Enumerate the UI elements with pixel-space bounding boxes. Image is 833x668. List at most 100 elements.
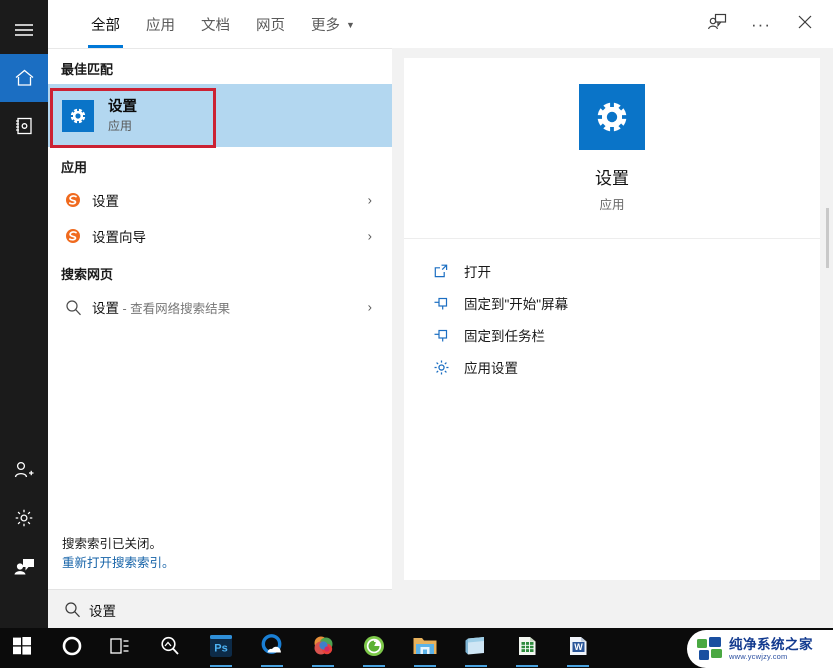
close-button[interactable] (783, 4, 827, 44)
sogou-app-icon (62, 192, 84, 208)
chevron-right-icon[interactable]: › (368, 300, 372, 315)
results-list: 最佳匹配 设置 应用 应用 设置 › 设置向导 › 搜索网页 设置 - 查看网络… (48, 48, 392, 589)
list-item-web-search[interactable]: 设置 - 查看网络搜索结果 › (48, 289, 392, 325)
chevron-down-icon: ▼ (346, 19, 355, 30)
sidebar-item-feedback[interactable] (0, 542, 48, 590)
home-icon (14, 68, 35, 88)
svg-text:Ps: Ps (214, 642, 227, 654)
tab-list: 全部 应用 文档 网页 更多 ▼ (78, 0, 368, 48)
tab-more-label: 更多 (311, 17, 340, 34)
taskbar-chrome-browser[interactable] (303, 628, 343, 668)
tab-web-label: 网页 (256, 17, 285, 34)
tab-all-label: 全部 (91, 17, 120, 34)
tab-bar: 全部 应用 文档 网页 更多 ▼ ··· (48, 0, 833, 48)
search-icon (62, 299, 84, 316)
file-explorer-icon (412, 635, 438, 662)
word-icon: W (566, 634, 590, 663)
taskbar-photoshop[interactable]: Ps (201, 628, 241, 668)
action-pin-to-taskbar-label: 固定到任务栏 (464, 329, 545, 344)
watermark-logo-icon (697, 637, 723, 661)
more-options-button[interactable]: ··· (739, 4, 783, 44)
feedback-icon (13, 556, 35, 576)
search-icon (57, 601, 87, 618)
search-index-status: 搜索索引已关闭。 (62, 537, 163, 551)
tab-apps[interactable]: 应用 (133, 0, 188, 48)
taskbar-360-browser[interactable] (354, 628, 394, 668)
screen: 全部 应用 文档 网页 更多 ▼ ··· 最佳匹配 设置 应用 应用 设置 › … (0, 0, 833, 668)
search-flyout: 全部 应用 文档 网页 更多 ▼ ··· 最佳匹配 设置 应用 应用 设置 › … (0, 0, 833, 629)
windows-logo-icon (13, 636, 31, 660)
settings-app-icon-large (579, 83, 645, 150)
open-external-icon (430, 263, 452, 279)
web-group-header: 搜索网页 (61, 267, 114, 282)
list-item-app-settings-label: 设置 (92, 194, 119, 209)
scrollbar-thumb[interactable] (826, 208, 829, 268)
tab-all[interactable]: 全部 (78, 0, 133, 48)
tab-more[interactable]: 更多 ▼ (298, 0, 368, 48)
action-pin-to-taskbar[interactable]: 固定到任务栏 (404, 319, 820, 351)
ellipsis-icon: ··· (751, 14, 771, 34)
add-person-icon (13, 460, 35, 480)
watermark-text: 纯净系统之家 www.ycwjzy.com (729, 636, 813, 661)
note-app-icon (464, 635, 488, 662)
web-search-suffix: - 查看网络搜索结果 (119, 302, 231, 316)
hamburger-menu-button[interactable] (0, 6, 48, 54)
left-icon-rail (0, 0, 48, 628)
magnifier-icon (159, 635, 181, 662)
tab-documents-label: 文档 (201, 17, 230, 34)
preview-scrollbar[interactable] (825, 58, 830, 580)
photoshop-icon: Ps (209, 634, 233, 663)
search-magnifier-button[interactable] (150, 628, 190, 668)
sidebar-item-add-account[interactable] (0, 446, 48, 494)
task-view-button[interactable] (100, 628, 140, 668)
gear-icon (430, 359, 452, 376)
search-input[interactable] (89, 602, 359, 617)
taskbar-word[interactable]: W (558, 628, 598, 668)
taskbar-file-explorer[interactable] (405, 628, 445, 668)
action-pin-to-start[interactable]: 固定到"开始"屏幕 (404, 287, 820, 319)
start-button[interactable] (2, 628, 42, 668)
action-pin-to-start-label: 固定到"开始"屏幕 (464, 297, 569, 312)
list-item-app-settings-wizard-label: 设置向导 (92, 230, 146, 245)
pin-icon (430, 295, 452, 311)
action-open-label: 打开 (464, 265, 491, 280)
search-index-notice: 搜索索引已关闭。 重新打开搜索索引。 (48, 535, 392, 589)
taskbar-excel[interactable] (507, 628, 547, 668)
apps-group-header: 应用 (61, 160, 88, 175)
best-match-wrapper: 设置 应用 (48, 84, 392, 148)
annotation-red-box-best-match (50, 88, 216, 148)
action-open[interactable]: 打开 (404, 255, 820, 287)
cortana-search-button[interactable] (52, 628, 92, 668)
reenable-search-index-link[interactable]: 重新打开搜索索引。 (62, 554, 392, 573)
feedback-button[interactable] (695, 4, 739, 44)
search-bar[interactable] (48, 589, 392, 629)
list-item-app-settings[interactable]: 设置 › (48, 182, 392, 218)
sidebar-item-home[interactable] (0, 54, 48, 102)
window-controls: ··· (695, 0, 827, 48)
hamburger-icon (14, 23, 34, 37)
excel-icon (515, 634, 539, 663)
preview-subtitle: 应用 (599, 197, 625, 212)
watermark-url: www.ycwjzy.com (729, 652, 788, 661)
chevron-right-icon[interactable]: › (368, 229, 372, 244)
action-app-settings[interactable]: 应用设置 (404, 351, 820, 383)
list-item-app-settings-wizard[interactable]: 设置向导 › (48, 218, 392, 254)
taskbar-sticky-app[interactable] (456, 628, 496, 668)
list-item-web-search-label: 设置 - 查看网络搜索结果 (92, 297, 230, 317)
chevron-right-icon[interactable]: › (368, 193, 372, 208)
best-match-header: 最佳匹配 (61, 62, 114, 77)
preview-title: 设置 (595, 168, 629, 188)
task-view-icon (110, 637, 130, 660)
chrome-icon (310, 633, 336, 664)
tab-documents[interactable]: 文档 (188, 0, 243, 48)
tab-apps-label: 应用 (146, 17, 175, 34)
sidebar-item-notebook[interactable] (0, 102, 48, 150)
watermark-title: 纯净系统之家 (729, 636, 813, 652)
close-icon (797, 14, 813, 35)
taskbar-qq-browser[interactable] (252, 628, 292, 668)
tab-web[interactable]: 网页 (243, 0, 298, 48)
sidebar-item-settings[interactable] (0, 494, 48, 542)
feedback-person-icon (707, 12, 727, 36)
gear-icon (14, 508, 34, 528)
notebook-icon (14, 116, 34, 136)
